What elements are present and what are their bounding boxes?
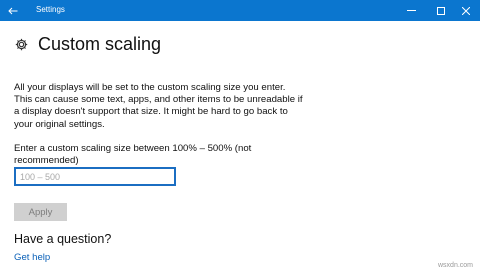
gear-icon bbox=[14, 37, 28, 51]
scaling-description: All your displays will be set to the cus… bbox=[14, 82, 303, 130]
minimize-icon bbox=[406, 10, 416, 11]
minimize-button[interactable] bbox=[396, 0, 426, 21]
arrow-left-icon bbox=[8, 7, 18, 14]
close-icon bbox=[462, 6, 470, 15]
scaling-prompt: Enter a custom scaling size between 100%… bbox=[14, 143, 252, 167]
maximize-icon bbox=[437, 6, 445, 15]
apply-button[interactable]: Apply bbox=[14, 203, 67, 221]
page-header: Custom scaling bbox=[14, 32, 161, 56]
custom-scaling-input[interactable] bbox=[14, 167, 176, 186]
back-button[interactable] bbox=[0, 0, 26, 21]
window-title: Settings bbox=[36, 5, 65, 14]
help-heading: Have a question? bbox=[14, 232, 112, 246]
title-bar: Settings bbox=[0, 0, 480, 21]
page-title: Custom scaling bbox=[38, 34, 162, 54]
watermark: wsxdn.com bbox=[438, 262, 474, 269]
close-button[interactable] bbox=[452, 0, 480, 21]
get-help-link[interactable]: Get help bbox=[14, 252, 50, 264]
